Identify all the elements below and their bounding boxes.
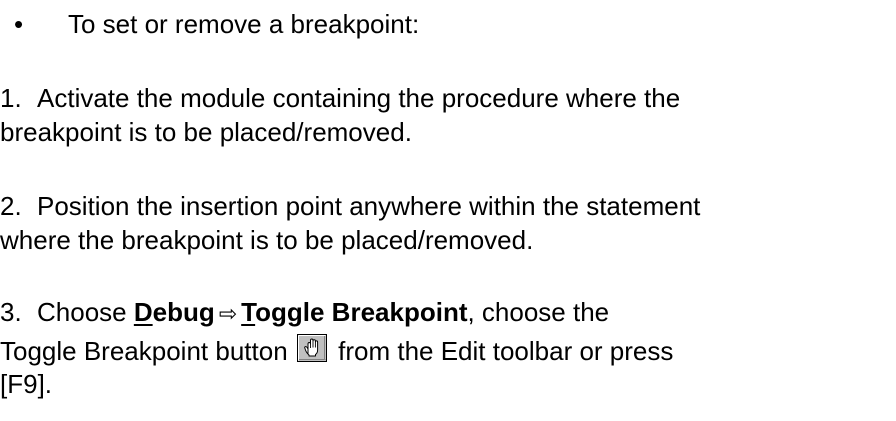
- step-1-line-1: 1. Activate the module containing the pro…: [0, 82, 680, 114]
- step-2-text-line-2: where the breakpoint is to be placed/rem…: [0, 225, 534, 255]
- menu-path-toggle-breakpoint: Toggle Breakpoint: [241, 297, 467, 327]
- step-2-line-1: 2. Position the insertion point anywhere …: [0, 190, 700, 222]
- menu-debug-accelerator: D: [133, 297, 153, 327]
- step-3-line-3: [F9].: [0, 368, 52, 400]
- step-2-number: 2.: [0, 191, 22, 221]
- step-3-prefix: Choose: [37, 297, 134, 327]
- menu-path-debug: Debug: [134, 297, 215, 327]
- bullet-heading: • To set or remove a breakpoint:: [14, 8, 419, 40]
- step-3-shortcut: [F9].: [0, 369, 53, 399]
- bullet-symbol: •: [14, 9, 24, 39]
- step-1-text-line-1: Activate the module containing the proce…: [37, 83, 681, 113]
- step-1-number: 1.: [0, 83, 22, 113]
- step-1-text-line-2: breakpoint is to be placed/removed.: [0, 117, 412, 147]
- menu-arrow-icon: ⇨: [218, 302, 238, 327]
- step-2-text-line-1: Position the insertion point anywhere wi…: [37, 191, 701, 221]
- step-3-line-2-prefix: Toggle Breakpoint button: [0, 336, 288, 366]
- toggle-breakpoint-button[interactable]: [296, 334, 327, 362]
- document-page: • To set or remove a breakpoint: 1. Activa…: [0, 0, 896, 421]
- hand-icon: [296, 334, 327, 362]
- menu-toggle-accelerator: T: [241, 297, 256, 327]
- step-3-suffix: , choose the: [467, 297, 610, 327]
- menu-toggle-label: oggle Breakpoint: [255, 297, 468, 327]
- step-3-line-2-suffix: from the Edit toolbar or press: [338, 336, 674, 366]
- step-2-line-2: where the breakpoint is to be placed/rem…: [0, 224, 533, 256]
- menu-debug-label: ebug: [152, 297, 215, 327]
- bullet-text: To set or remove a breakpoint:: [68, 9, 420, 39]
- step-3-line-1: 3. Choose Debug ⇨ Toggle Breakpoint, choose…: [0, 296, 609, 331]
- step-1-line-2: breakpoint is to be placed/removed.: [0, 116, 412, 148]
- step-3-line-2: Toggle Breakpoint button from the Edit t…: [0, 334, 673, 367]
- step-3-number: 3.: [0, 297, 22, 327]
